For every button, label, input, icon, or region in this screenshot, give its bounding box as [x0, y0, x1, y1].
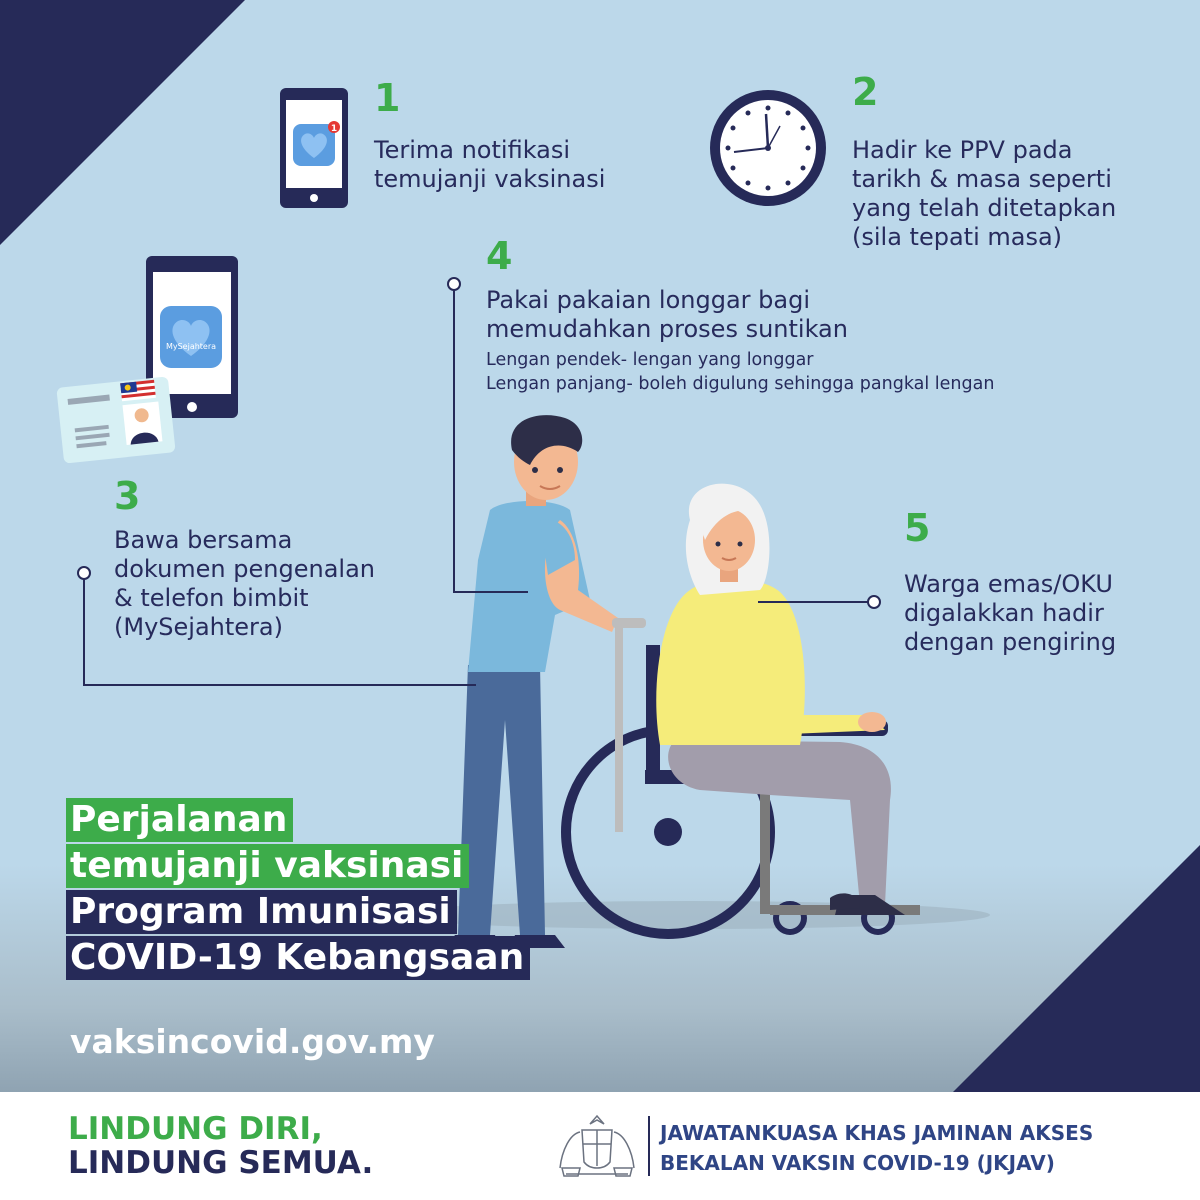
malaysia-coat-of-arms-icon	[559, 1114, 635, 1177]
step-3-text: Bawa bersama dokumen pengenalan & telefo…	[114, 526, 375, 642]
step-5-text: Warga emas/OKU digalakkan hadir dengan p…	[904, 570, 1116, 657]
step-2-text: Hadir ke PPV pada tarikh & masa seperti …	[852, 136, 1116, 252]
step-3-line: & telefon bimbit	[114, 584, 309, 612]
step-5-line: digalakkan hadir	[904, 599, 1104, 627]
slogan-line: LINDUNG DIRI,	[68, 1111, 323, 1147]
step-3-number: 3	[114, 474, 141, 518]
step-4-detail: Lengan panjang- boleh digulung sehingga …	[486, 374, 995, 394]
step-2-line: (sila tepati masa)	[852, 223, 1063, 251]
step-3-line: (MySejahtera)	[114, 613, 283, 641]
title-line-navy: COVID-19 Kebangsaan	[66, 936, 531, 980]
step-1-line: temujanji vaksinasi	[374, 165, 606, 193]
website-link[interactable]: vaksincovid.gov.my	[70, 1022, 435, 1061]
committee-line: BEKALAN VAKSIN COVID-19 (JKJAV)	[660, 1151, 1055, 1175]
committee-line: JAWATANKUASA KHAS JAMINAN AKSES	[660, 1121, 1094, 1145]
step-2-number: 2	[852, 70, 879, 114]
step-4-number: 4	[486, 234, 513, 278]
footer-bar: LINDUNG DIRI, LINDUNG SEMUA. JAWATANKUAS…	[0, 1092, 1200, 1200]
step-4-detail: Lengan pendek- lengan yang longgar	[486, 350, 814, 370]
step-5-line: Warga emas/OKU	[904, 570, 1113, 598]
step-1-line: Terima notifikasi	[374, 136, 571, 164]
slogan: LINDUNG DIRI, LINDUNG SEMUA.	[68, 1112, 373, 1180]
step-2-line: Hadir ke PPV pada	[852, 136, 1073, 164]
title-line-green: temujanji vaksinasi	[66, 844, 470, 888]
footer-divider	[648, 1116, 650, 1176]
step-5-line: dengan pengiring	[904, 628, 1117, 656]
step-4-text: Pakai pakaian longgar bagi memudahkan pr…	[486, 286, 848, 344]
step-2-line: yang telah ditetapkan	[852, 194, 1117, 222]
step-3-line: dokumen pengenalan	[114, 555, 375, 583]
step-3-line: Bawa bersama	[114, 526, 293, 554]
step-4-details: Lengan pendek- lengan yang longgar Lenga…	[486, 348, 994, 396]
title-line-green: Perjalanan	[66, 798, 294, 842]
step-1-text: Terima notifikasi temujanji vaksinasi	[374, 136, 605, 194]
title-line-navy: Program Imunisasi	[66, 890, 457, 934]
step-4-line: Pakai pakaian longgar bagi	[486, 286, 810, 314]
step-4-line: memudahkan proses suntikan	[486, 315, 848, 343]
infographic-poster: 1 MySejahtera 1 Terima notifikasi temuja…	[0, 0, 1200, 1200]
step-5-number: 5	[904, 506, 931, 550]
page-title: Perjalanan temujanji vaksinasi Program I…	[66, 798, 531, 982]
step-2-line: tarikh & masa seperti	[852, 165, 1112, 193]
committee-name: JAWATANKUASA KHAS JAMINAN AKSES BEKALAN …	[660, 1118, 1093, 1178]
slogan-line: LINDUNG SEMUA.	[68, 1145, 374, 1181]
step-1-number: 1	[374, 76, 401, 120]
